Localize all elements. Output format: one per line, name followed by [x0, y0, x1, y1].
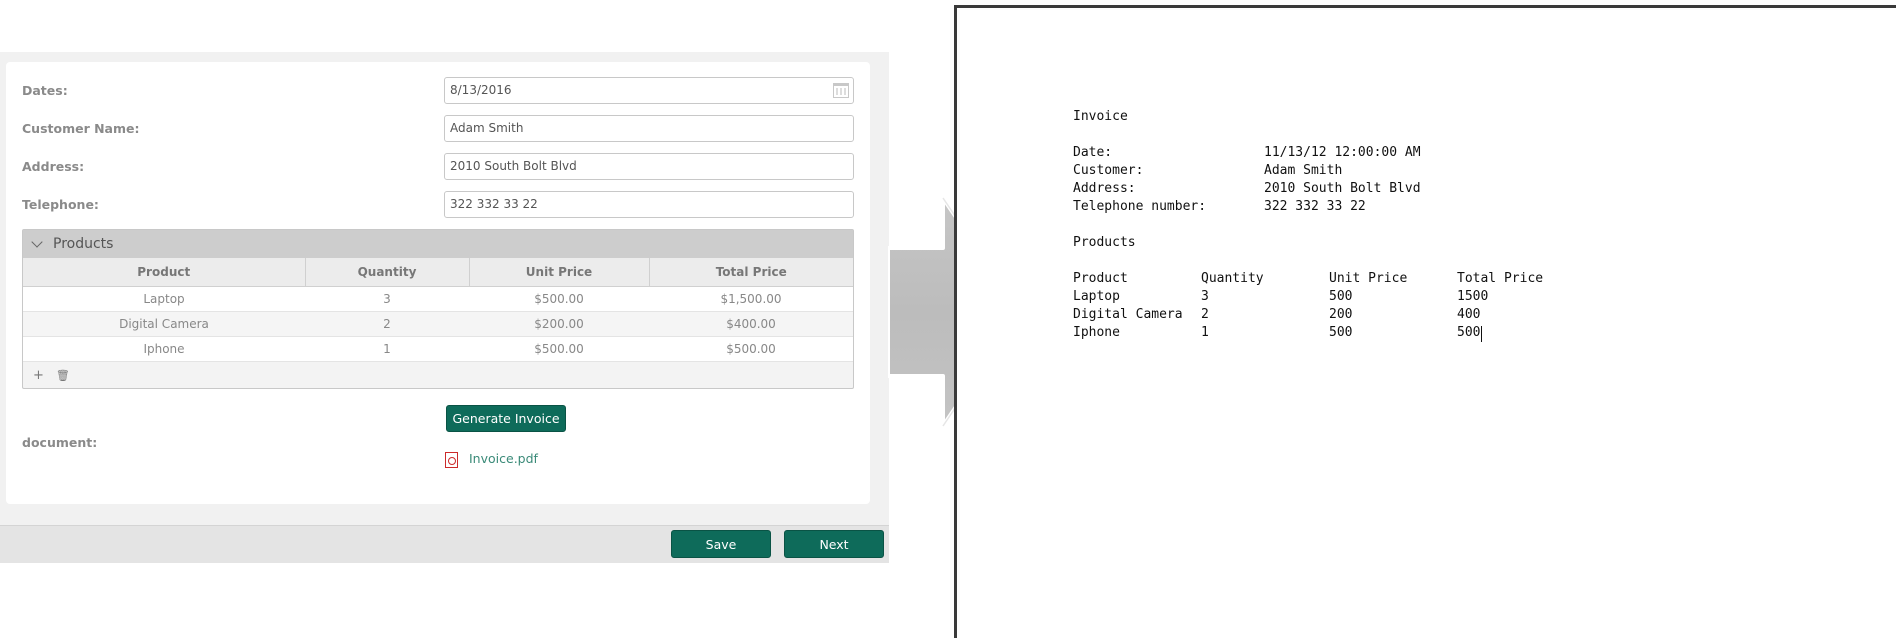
column-header-quantity[interactable]: Quantity [305, 258, 470, 287]
telephone-value: 322 332 33 22 [450, 197, 538, 211]
products-panel: Products Product Quantity Unit Price Tot… [22, 229, 854, 389]
doc-row-total-price: 500 [1457, 325, 1481, 340]
doc-date-value: 11/13/12 12:00:00 AM [1264, 145, 1421, 160]
cell-product: Iphone [23, 336, 305, 362]
cell-unit-price: $500.00 [469, 336, 649, 362]
chevron-down-icon[interactable] [31, 236, 43, 248]
grid-toolbar: + 🗑 [23, 362, 853, 390]
doc-row-unit-price: 500 [1329, 325, 1353, 340]
customer-name-input[interactable]: Adam Smith [444, 115, 854, 142]
address-value: 2010 South Bolt Blvd [450, 159, 577, 173]
doc-row-unit-price: 200 [1329, 307, 1353, 322]
products-header[interactable]: Products [23, 230, 853, 258]
doc-telephone-value: 322 332 33 22 [1264, 199, 1366, 214]
customer-name-value: Adam Smith [450, 121, 524, 135]
address-input[interactable]: 2010 South Bolt Blvd [444, 153, 854, 180]
doc-row-product: Laptop [1073, 289, 1120, 304]
table-row[interactable]: Digital Camera 2 $200.00 $400.00 [23, 311, 853, 337]
invoice-pdf-link[interactable]: Invoice.pdf [469, 451, 538, 466]
doc-row-unit-price: 500 [1329, 289, 1353, 304]
telephone-label: Telephone: [22, 197, 99, 212]
pdf-file-icon [445, 452, 458, 468]
cell-product: Digital Camera [23, 311, 305, 337]
cell-product: Laptop [23, 286, 305, 312]
cell-total-price: $500.00 [649, 336, 853, 362]
doc-telephone-label: Telephone number: [1073, 199, 1207, 214]
invoice-document: Invoice Date: 11/13/12 12:00:00 AM Custo… [954, 5, 1896, 638]
doc-col-quantity: Quantity [1201, 271, 1264, 286]
products-title: Products [53, 236, 114, 252]
dates-value: 8/13/2016 [450, 83, 512, 97]
address-label: Address: [22, 159, 85, 174]
save-button[interactable]: Save [671, 530, 771, 558]
customer-name-label: Customer Name: [22, 121, 140, 136]
doc-address-value: 2010 South Bolt Blvd [1264, 181, 1421, 196]
doc-address-label: Address: [1073, 181, 1136, 196]
delete-row-icon[interactable]: 🗑 [56, 369, 70, 382]
products-table: Product Quantity Unit Price Total Price … [23, 258, 853, 362]
doc-date-label: Date: [1073, 145, 1113, 160]
table-row[interactable]: Laptop 3 $500.00 $1,500.00 [23, 286, 853, 312]
doc-row-quantity: 3 [1201, 289, 1209, 304]
doc-row-total-price: 400 [1457, 307, 1481, 322]
doc-row-total-price: 1500 [1457, 289, 1489, 304]
column-header-total-price[interactable]: Total Price [649, 258, 853, 287]
cell-quantity: 3 [305, 286, 469, 312]
dates-label: Dates: [22, 83, 68, 98]
next-button[interactable]: Next [784, 530, 884, 558]
table-row[interactable]: Iphone 1 $500.00 $500.00 [23, 336, 853, 362]
doc-products-title: Products [1073, 235, 1136, 250]
dates-input[interactable]: 8/13/2016 [444, 77, 854, 104]
cell-unit-price: $200.00 [469, 311, 649, 337]
doc-customer-label: Customer: [1073, 163, 1144, 178]
column-header-product[interactable]: Product [23, 258, 306, 287]
cell-total-price: $400.00 [649, 311, 853, 337]
document-label: document: [22, 435, 98, 450]
doc-row-quantity: 2 [1201, 307, 1209, 322]
doc-col-total-price: Total Price [1457, 271, 1544, 286]
telephone-input[interactable]: 322 332 33 22 [444, 191, 854, 218]
calendar-icon[interactable] [833, 83, 849, 98]
cell-quantity: 2 [305, 311, 469, 337]
cell-total-price: $1,500.00 [649, 286, 853, 312]
cell-unit-price: $500.00 [469, 286, 649, 312]
column-header-unit-price[interactable]: Unit Price [469, 258, 650, 287]
doc-row-product: Digital Camera [1073, 307, 1183, 322]
doc-row-product: Iphone [1073, 325, 1120, 340]
text-cursor [1481, 326, 1482, 342]
doc-col-product: Product [1073, 271, 1128, 286]
doc-col-unit-price: Unit Price [1329, 271, 1408, 286]
cell-quantity: 1 [305, 336, 469, 362]
doc-customer-value: Adam Smith [1264, 163, 1343, 178]
doc-title: Invoice [1073, 109, 1128, 124]
generate-invoice-button[interactable]: Generate Invoice [446, 405, 566, 432]
doc-row-quantity: 1 [1201, 325, 1209, 340]
add-row-icon[interactable]: + [33, 368, 44, 383]
